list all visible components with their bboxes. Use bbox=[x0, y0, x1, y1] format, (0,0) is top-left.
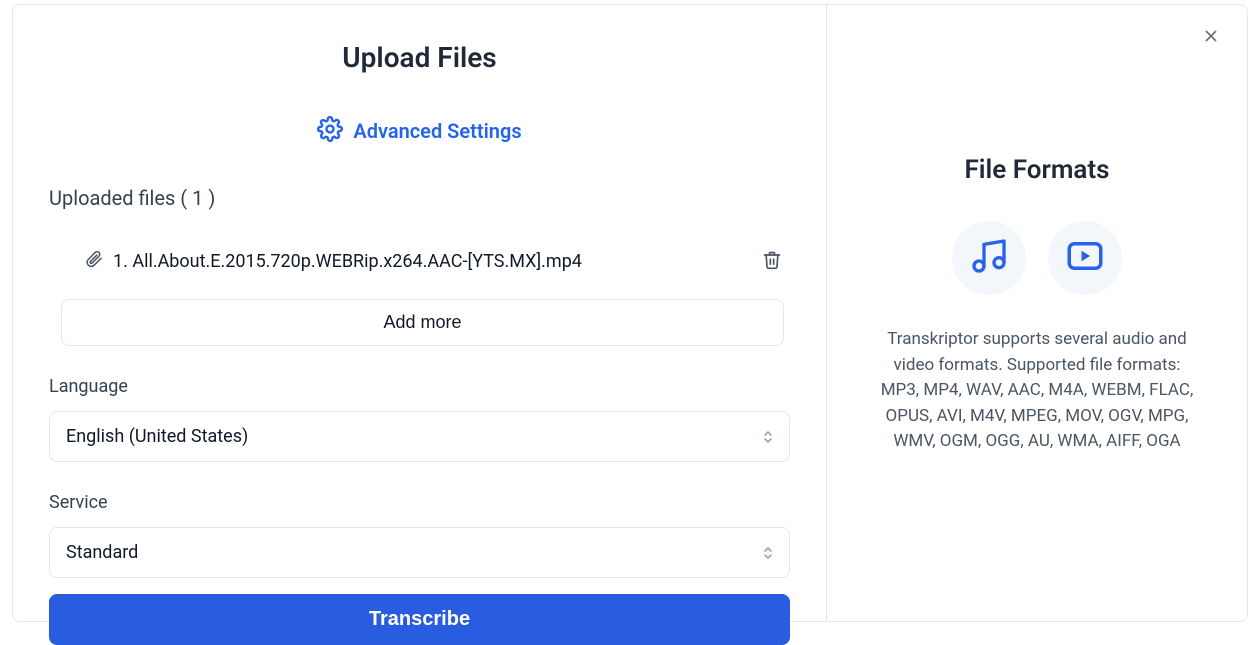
delete-file-button[interactable] bbox=[758, 246, 786, 277]
paperclip-icon bbox=[85, 250, 103, 273]
transcribe-button[interactable]: Transcribe bbox=[49, 594, 790, 645]
chevron-updown-icon bbox=[763, 430, 773, 444]
format-icons bbox=[875, 221, 1199, 295]
service-value: Standard bbox=[66, 542, 138, 563]
audio-format-icon bbox=[952, 221, 1026, 295]
service-label: Service bbox=[49, 492, 790, 513]
service-select[interactable]: Standard bbox=[49, 527, 790, 578]
close-button[interactable] bbox=[1197, 23, 1225, 51]
file-row: 1. All.About.E.2015.720p.WEBRip.x264.AAC… bbox=[49, 246, 790, 277]
formats-title: File Formats bbox=[875, 155, 1199, 185]
close-icon bbox=[1202, 27, 1220, 48]
advanced-settings-button[interactable]: Advanced Settings bbox=[49, 116, 790, 146]
language-value: English (United States) bbox=[66, 426, 248, 447]
add-more-button[interactable]: Add more bbox=[61, 299, 784, 346]
chevron-updown-icon bbox=[763, 546, 773, 560]
file-name: 1. All.About.E.2015.720p.WEBRip.x264.AAC… bbox=[53, 250, 582, 273]
trash-icon bbox=[762, 258, 782, 273]
uploaded-files-heading: Uploaded files ( 1 ) bbox=[49, 186, 790, 210]
right-panel: File Formats bbox=[827, 5, 1247, 621]
play-video-icon bbox=[1064, 235, 1106, 281]
music-icon bbox=[969, 236, 1009, 280]
video-format-icon bbox=[1048, 221, 1122, 295]
language-select[interactable]: English (United States) bbox=[49, 411, 790, 462]
formats-description: Transkriptor supports several audio and … bbox=[875, 327, 1199, 455]
file-name-text: 1. All.About.E.2015.720p.WEBRip.x264.AAC… bbox=[113, 251, 582, 272]
advanced-settings-label: Advanced Settings bbox=[353, 119, 521, 143]
upload-modal: Upload Files Advanced Settings Uploaded … bbox=[12, 4, 1248, 622]
language-label: Language bbox=[49, 376, 790, 397]
page-title: Upload Files bbox=[49, 41, 790, 74]
gear-icon bbox=[317, 116, 343, 146]
left-panel: Upload Files Advanced Settings Uploaded … bbox=[13, 5, 827, 621]
